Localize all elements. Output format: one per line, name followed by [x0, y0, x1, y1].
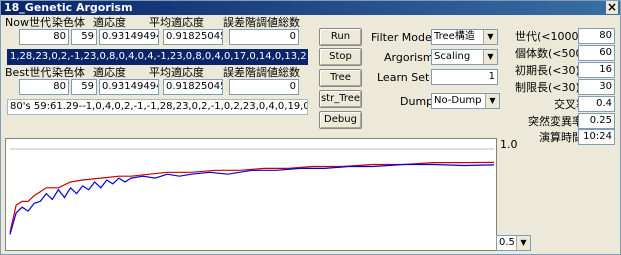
- debug-button[interactable]: Debug: [319, 111, 362, 129]
- best-expression-field[interactable]: 80's 59:61.29--1,0,4,0,2,-1,-1,28,23,0,2…: [7, 99, 308, 115]
- dump-value: No-Dump: [434, 95, 482, 106]
- best-avg-fitness-header: 平均適応度: [149, 66, 204, 79]
- chevron-down-icon: ▼: [483, 50, 497, 64]
- param-field-1[interactable]: 60: [578, 45, 615, 61]
- best-avg-fitness-field[interactable]: 0.918250457: [163, 79, 223, 95]
- param-label-3: 制限長(<30): [515, 81, 580, 94]
- best-chromosome-field[interactable]: 59: [71, 79, 97, 95]
- chevron-down-icon: ▼: [516, 236, 530, 250]
- param-field-6[interactable]: 10:24: [578, 129, 615, 145]
- param-field-4[interactable]: 0.4: [578, 96, 615, 112]
- chevron-down-icon: ▼: [483, 30, 497, 44]
- app-window: 18_Genetic Argorism × Now世代 染色体 適応度 平均適応…: [0, 0, 621, 255]
- title-bar: 18_Genetic Argorism ×: [1, 1, 620, 15]
- param-label-1: 個体数(<500): [515, 47, 587, 60]
- tree-button[interactable]: Tree: [319, 69, 362, 87]
- run-button[interactable]: Run: [319, 28, 362, 46]
- best-generation-label: Best世代: [5, 66, 52, 79]
- best-error-total-header: 誤差階調値総数: [223, 66, 300, 79]
- param-label-5: 突然変異率: [528, 115, 583, 128]
- best-fitness-field[interactable]: 0.931494941: [99, 79, 159, 95]
- param-field-2[interactable]: 16: [578, 62, 615, 78]
- window-title: 18_Genetic Argorism: [4, 1, 133, 14]
- now-chromosome-field[interactable]: 59: [71, 29, 97, 45]
- now-fitness-field[interactable]: 0.931494941: [99, 29, 159, 45]
- now-fitness-header: 適応度: [93, 16, 126, 29]
- stop-button[interactable]: Stop: [319, 48, 362, 66]
- str-tree-button[interactable]: str_Tree: [319, 90, 362, 108]
- param-field-3[interactable]: 30: [578, 79, 615, 95]
- dump-select[interactable]: No-Dump ▼: [431, 93, 500, 109]
- series-line-average: [9, 163, 495, 235]
- param-label-6: 演算時間: [539, 131, 583, 144]
- now-error-total-field[interactable]: 0: [229, 29, 299, 45]
- chart-scale-select[interactable]: 0.5 ▼: [496, 235, 531, 251]
- chevron-down-icon: ▼: [485, 94, 499, 108]
- best-generation-field[interactable]: 80: [19, 79, 69, 95]
- now-avg-fitness-header: 平均適応度: [149, 16, 204, 29]
- close-icon[interactable]: ×: [606, 1, 618, 14]
- series-line-best: [9, 161, 495, 233]
- now-expression-field[interactable]: 1,28,23,0,2,-1,23,0,8,0,4,0,4,-1,23,0,8,…: [7, 49, 308, 65]
- chart-scale-value: 0.5: [499, 237, 515, 248]
- param-field-0[interactable]: 80: [578, 28, 615, 44]
- param-field-5[interactable]: 0.25: [578, 113, 615, 129]
- argorism-select[interactable]: Scaling ▼: [431, 49, 498, 65]
- now-error-total-header: 誤差階調値総数: [223, 16, 300, 29]
- now-avg-fitness-field[interactable]: 0.918250457: [163, 29, 223, 45]
- fitness-chart-svg: [9, 148, 495, 235]
- filter-mode-value: Tree構造: [434, 31, 475, 42]
- chart-ymax-label: 1.0: [500, 138, 518, 151]
- param-label-2: 初期長(<30): [515, 64, 580, 77]
- filter-mode-select[interactable]: Tree構造 ▼: [431, 29, 498, 45]
- best-chromosome-header: 染色体: [52, 66, 85, 79]
- filter-mode-label: Filter Mode: [371, 31, 432, 44]
- now-generation-field[interactable]: 80: [19, 29, 69, 45]
- learn-set-field[interactable]: 1: [431, 69, 498, 85]
- fitness-chart: [5, 138, 497, 251]
- argorism-value: Scaling: [434, 51, 471, 62]
- best-error-total-field[interactable]: 0: [229, 79, 299, 95]
- dump-label: Dump: [400, 95, 434, 108]
- best-fitness-header: 適応度: [93, 66, 126, 79]
- argorism-label: Argorism: [384, 51, 434, 64]
- now-generation-label: Now世代: [5, 16, 51, 29]
- now-chromosome-header: 染色体: [52, 16, 85, 29]
- learn-set-label: Learn Set: [377, 71, 430, 84]
